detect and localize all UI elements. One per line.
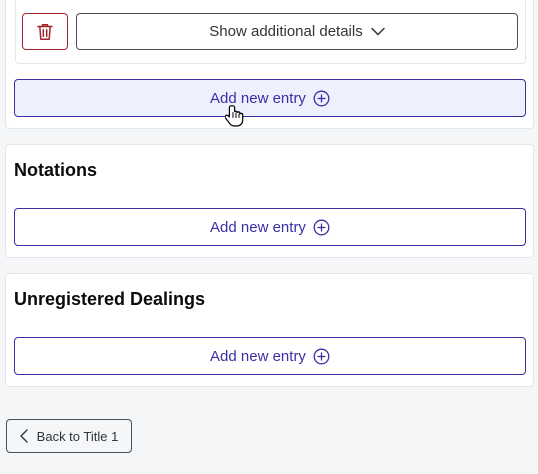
plus-circle-icon	[313, 90, 330, 107]
page: Show additional details Add new entry No…	[0, 0, 538, 474]
add-new-entry-label: Add new entry	[210, 89, 306, 107]
back-to-title-label: Back to Title 1	[36, 428, 119, 444]
show-additional-details-button[interactable]: Show additional details	[76, 13, 518, 50]
add-new-entry-label: Add new entry	[210, 347, 306, 365]
back-to-title-button[interactable]: Back to Title 1	[6, 419, 132, 453]
add-new-entry-label: Add new entry	[210, 218, 306, 236]
unregistered-dealings-heading: Unregistered Dealings	[14, 289, 206, 309]
add-new-entry-button[interactable]: Add new entry	[14, 79, 526, 117]
plus-circle-icon	[313, 348, 330, 365]
trash-icon	[37, 23, 53, 41]
show-additional-details-label: Show additional details	[209, 23, 363, 40]
chevron-down-icon	[370, 27, 385, 36]
notations-add-new-entry-button[interactable]: Add new entry	[14, 208, 526, 246]
delete-entry-button[interactable]	[22, 13, 68, 50]
notations-heading: Notations	[14, 160, 97, 180]
chevron-left-icon	[19, 429, 28, 443]
unregistered-dealings-add-new-entry-button[interactable]: Add new entry	[14, 337, 526, 375]
plus-circle-icon	[313, 219, 330, 236]
